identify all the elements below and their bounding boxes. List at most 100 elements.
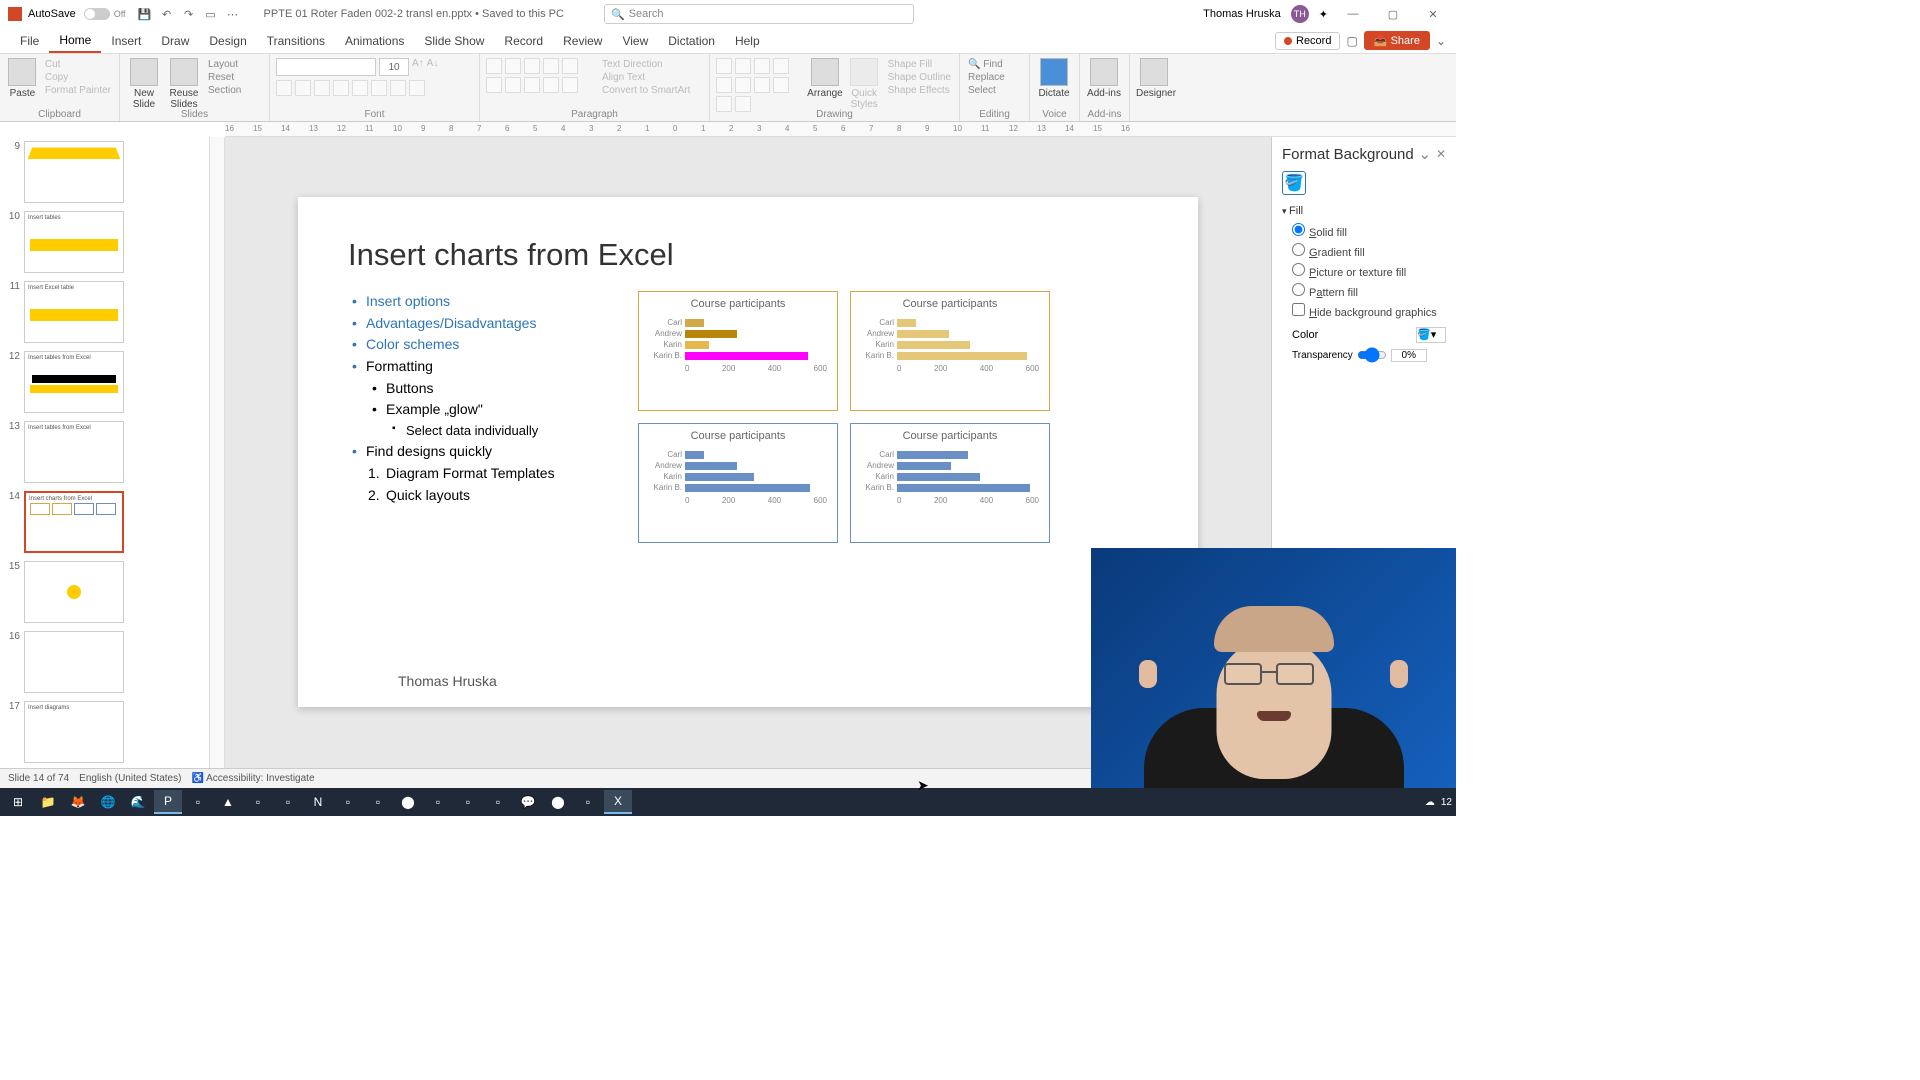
close-icon[interactable]: ✕ <box>1418 4 1448 24</box>
autosave-toggle[interactable] <box>84 8 110 20</box>
tab-home[interactable]: Home <box>49 29 101 53</box>
decrease-font-icon[interactable]: A↓ <box>427 58 439 76</box>
shape-arrow-icon[interactable] <box>773 58 789 74</box>
app5-icon[interactable]: ▫ <box>364 790 392 814</box>
tab-record[interactable]: Record <box>494 30 553 52</box>
section-button[interactable]: Section <box>206 84 243 97</box>
thumbnail-10[interactable]: Insert tables <box>24 211 124 273</box>
app2-icon[interactable]: ▫ <box>244 790 272 814</box>
columns-icon[interactable] <box>562 77 578 93</box>
minimize-icon[interactable]: — <box>1338 4 1368 24</box>
tab-dictation[interactable]: Dictation <box>658 30 725 52</box>
language-button[interactable]: English (United States) <box>79 773 181 784</box>
justify-icon[interactable] <box>543 77 559 93</box>
pane-options-icon[interactable]: ⌄ <box>1419 145 1432 163</box>
copy-button[interactable]: Copy <box>43 71 113 84</box>
gradient-fill-radio[interactable]: Gradient fill <box>1292 243 1446 259</box>
shape-outline-button[interactable]: Shape Outline <box>886 71 953 84</box>
whatsapp-icon[interactable]: 💬 <box>514 790 542 814</box>
app4-icon[interactable]: ▫ <box>334 790 362 814</box>
chart-3[interactable]: Course participantsCarlAndrewKarinKarin … <box>638 423 838 543</box>
reuse-slides-button[interactable]: Reuse Slides <box>166 58 202 110</box>
find-button[interactable]: 🔍 Find <box>966 58 1007 71</box>
firefox-icon[interactable]: 🦊 <box>64 790 92 814</box>
quick-styles-button[interactable]: Quick Styles <box>847 58 882 110</box>
highlight-icon[interactable] <box>409 80 425 96</box>
powerpoint-taskbar-icon[interactable]: P <box>154 790 182 814</box>
explorer-icon[interactable]: 📁 <box>34 790 62 814</box>
shape-star-icon[interactable] <box>716 77 732 93</box>
tray-icon[interactable]: ☁ <box>1425 797 1435 808</box>
thumbnail-14[interactable]: Insert charts from Excel <box>24 491 124 553</box>
ribbon-options-icon[interactable]: ⌄ <box>1436 34 1446 48</box>
start-icon[interactable]: ⊞ <box>4 790 32 814</box>
thumbnail-9[interactable] <box>24 141 124 203</box>
new-slide-button[interactable]: New Slide <box>126 58 162 110</box>
tab-animations[interactable]: Animations <box>335 30 414 52</box>
italic-icon[interactable] <box>295 80 311 96</box>
align-left-icon[interactable] <box>486 77 502 93</box>
align-center-icon[interactable] <box>505 77 521 93</box>
indent-inc-icon[interactable] <box>543 58 559 74</box>
app-icon[interactable]: ▫ <box>184 790 212 814</box>
obs-icon[interactable]: ⬤ <box>394 790 422 814</box>
horizontal-ruler[interactable]: 1615141312111098765432101234567891011121… <box>225 122 1456 137</box>
clock[interactable]: 12 <box>1441 797 1452 808</box>
cut-button[interactable]: Cut <box>43 58 113 71</box>
font-size-input[interactable]: 10 <box>379 58 409 76</box>
undo-icon[interactable]: ↶ <box>160 7 174 21</box>
shape-line-icon[interactable] <box>735 58 751 74</box>
numbering-icon[interactable] <box>505 58 521 74</box>
shape-callout-icon[interactable] <box>773 77 789 93</box>
slide-text[interactable]: Insert options Advantages/Disadvantages … <box>348 291 628 543</box>
designer-button[interactable]: Designer <box>1136 58 1172 99</box>
chart-2[interactable]: Course participantsCarlAndrewKarinKarin … <box>850 291 1050 411</box>
bullets-icon[interactable] <box>486 58 502 74</box>
addins-button[interactable]: Add-ins <box>1086 58 1122 99</box>
app6-icon[interactable]: ▫ <box>424 790 452 814</box>
thumbnail-12[interactable]: Insert tables from Excel <box>24 351 124 413</box>
chrome-icon[interactable]: 🌐 <box>94 790 122 814</box>
from-beginning-icon[interactable]: ▭ <box>204 7 218 21</box>
transparency-slider[interactable] <box>1357 347 1387 363</box>
picture-fill-radio[interactable]: Picture or texture fill <box>1292 263 1446 279</box>
arrange-button[interactable]: Arrange <box>807 58 843 99</box>
shape-fill-button[interactable]: Shape Fill <box>886 58 953 71</box>
save-icon[interactable]: 💾 <box>138 7 152 21</box>
excel-icon[interactable]: X <box>604 790 632 814</box>
fill-section[interactable]: Fill <box>1282 205 1446 217</box>
record-button[interactable]: Record <box>1275 32 1340 50</box>
tab-review[interactable]: Review <box>553 30 612 52</box>
align-text-button[interactable]: Align Text <box>600 71 692 84</box>
align-right-icon[interactable] <box>524 77 540 93</box>
shadow-icon[interactable] <box>352 80 368 96</box>
tab-insert[interactable]: Insert <box>101 30 151 52</box>
dictate-button[interactable]: Dictate <box>1036 58 1072 99</box>
maximize-icon[interactable]: ▢ <box>1378 4 1408 24</box>
tab-file[interactable]: File <box>10 30 49 52</box>
edge-icon[interactable]: 🌊 <box>124 790 152 814</box>
tab-help[interactable]: Help <box>725 30 770 52</box>
increase-font-icon[interactable]: A↑ <box>412 58 424 76</box>
font-color-icon[interactable] <box>390 80 406 96</box>
text-direction-button[interactable]: Text Direction <box>600 58 692 71</box>
search-input[interactable]: 🔍 Search <box>604 4 914 24</box>
filename-label[interactable]: PPTE 01 Roter Faden 002-2 transl en.pptx… <box>264 8 564 20</box>
shape-hex-icon[interactable] <box>754 77 770 93</box>
format-painter-button[interactable]: Format Painter <box>43 84 113 97</box>
bold-icon[interactable] <box>276 80 292 96</box>
slide-title[interactable]: Insert charts from Excel <box>348 237 1148 273</box>
line-spacing-icon[interactable] <box>562 58 578 74</box>
underline-icon[interactable] <box>314 80 330 96</box>
shape-effects-button[interactable]: Shape Effects <box>886 84 953 97</box>
transparency-value[interactable]: 0% <box>1391 349 1427 362</box>
reset-button[interactable]: Reset <box>206 71 243 84</box>
thumbnail-13[interactable]: Insert tables from Excel <box>24 421 124 483</box>
thumbnail-17[interactable]: Insert diagrams <box>24 701 124 763</box>
thumbnail-11[interactable]: Insert Excel table <box>24 281 124 343</box>
accessibility-button[interactable]: ♿ Accessibility: Investigate <box>191 773 314 784</box>
smartart-button[interactable]: Convert to SmartArt <box>600 84 692 97</box>
username-label[interactable]: Thomas Hruska <box>1203 8 1281 20</box>
coming-soon-icon[interactable]: ✦ <box>1319 8 1328 21</box>
present-icon[interactable]: ▢ <box>1346 34 1357 48</box>
